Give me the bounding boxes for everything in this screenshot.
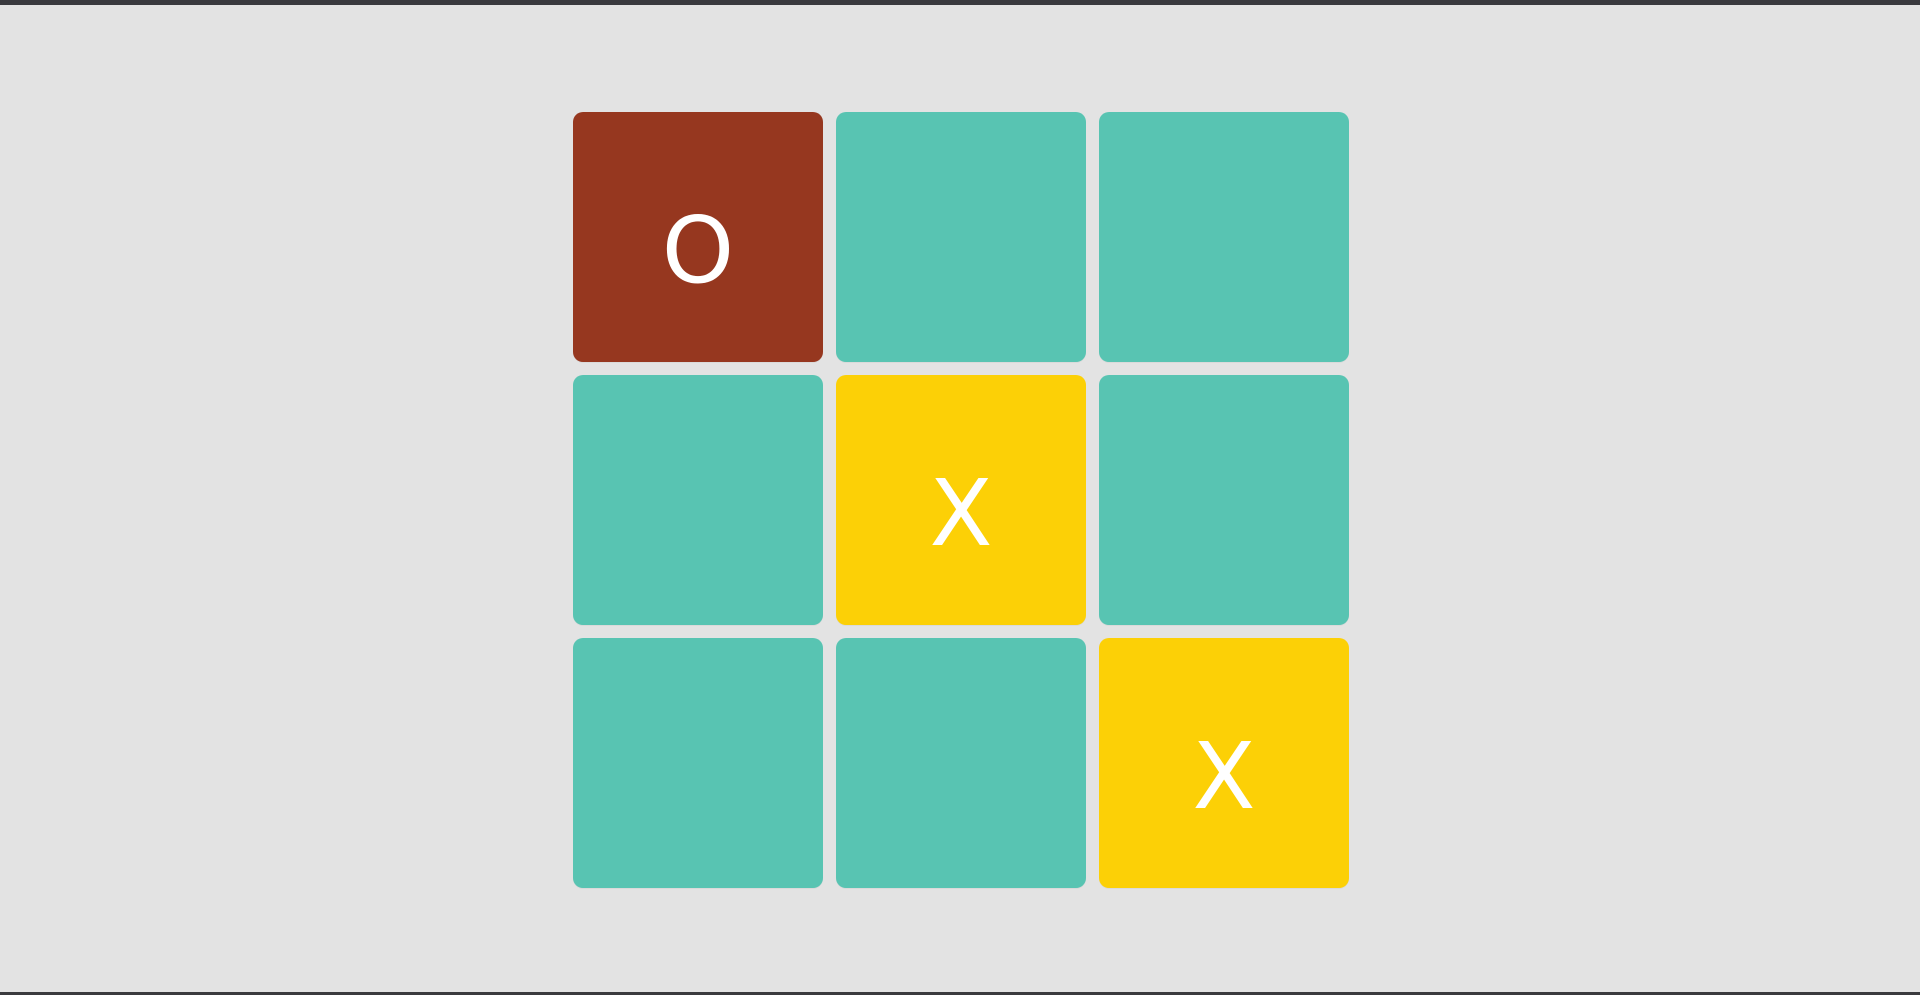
board-cell-1[interactable]: O: [573, 112, 823, 362]
cell-mark: X: [929, 460, 993, 567]
board-cell-9[interactable]: X: [1099, 638, 1349, 888]
tic-tac-toe-board: O X X: [573, 112, 1349, 888]
cell-mark: O: [661, 197, 735, 304]
board-cell-6[interactable]: [1099, 375, 1349, 625]
game-page: O X X: [0, 5, 1920, 992]
board-cell-7[interactable]: [573, 638, 823, 888]
board-cell-5[interactable]: X: [836, 375, 1086, 625]
board-cell-2[interactable]: [836, 112, 1086, 362]
board-cell-8[interactable]: [836, 638, 1086, 888]
cell-mark: X: [1192, 723, 1256, 830]
board-cell-3[interactable]: [1099, 112, 1349, 362]
board-cell-4[interactable]: [573, 375, 823, 625]
